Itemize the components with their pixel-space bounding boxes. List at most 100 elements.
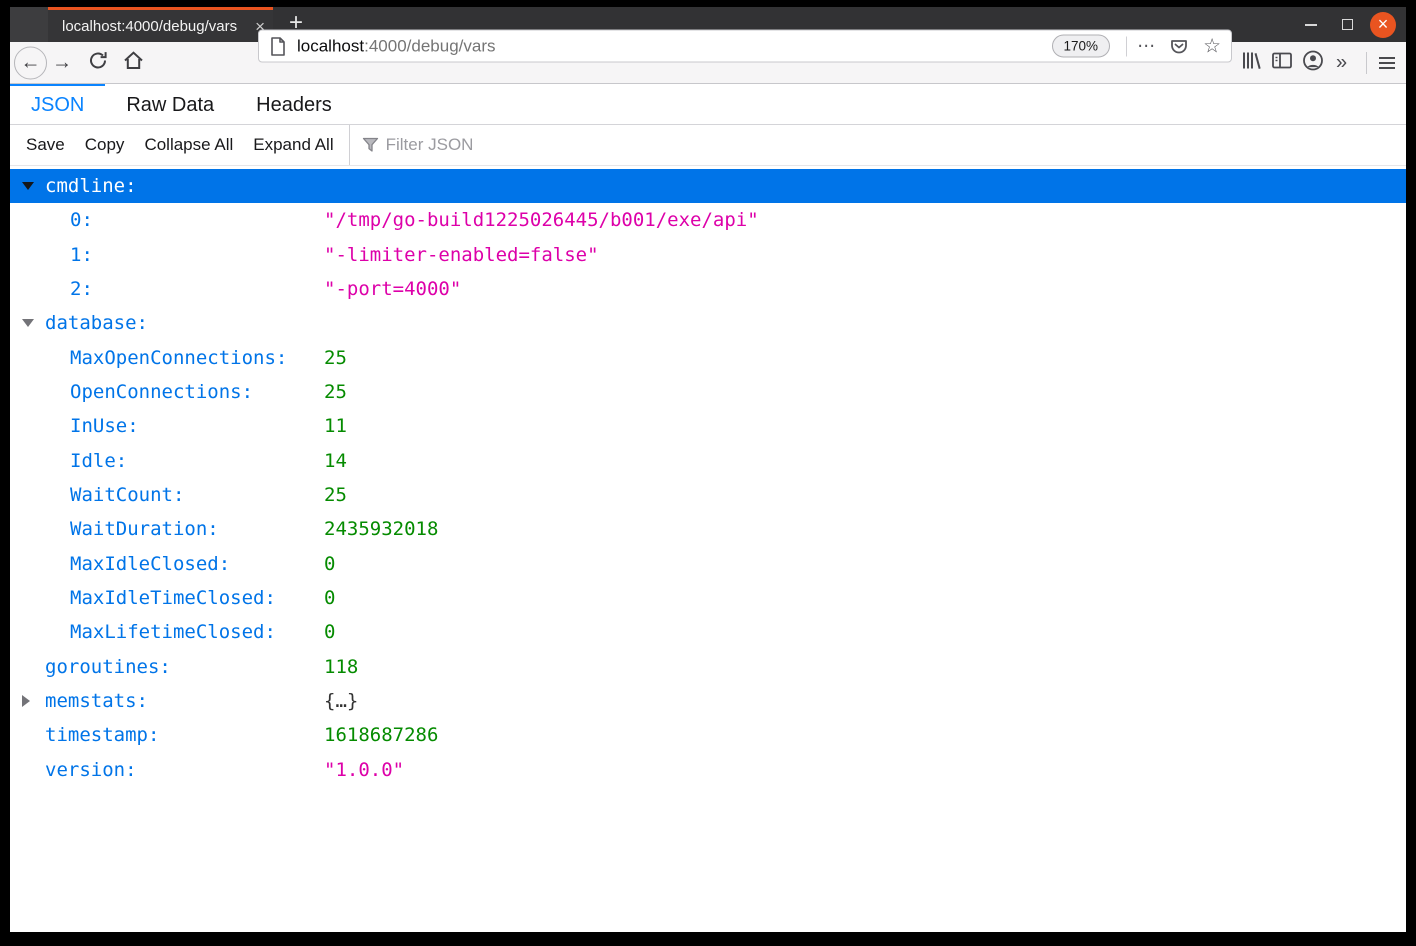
page-icon — [271, 36, 285, 56]
json-row[interactable]: database: — [10, 306, 1406, 340]
json-key: MaxIdleTimeClosed: — [70, 587, 276, 610]
pocket-button[interactable] — [1169, 36, 1189, 56]
tab-json[interactable]: JSON — [10, 84, 106, 124]
json-row[interactable]: WaitDuration: 2435932018 — [10, 512, 1406, 546]
url-text: localhost:4000/debug/vars — [297, 36, 1052, 56]
browser-tab[interactable]: localhost:4000/debug/vars × — [48, 7, 273, 42]
json-row[interactable]: WaitCount: 25 — [10, 478, 1406, 512]
json-key: memstats: — [45, 690, 148, 713]
json-value: 2435932018 — [324, 518, 439, 541]
json-key: WaitDuration: — [70, 518, 219, 541]
window-controls: × — [1298, 7, 1396, 42]
url-bar[interactable]: localhost:4000/debug/vars 170% ⋯ ☆ — [258, 29, 1232, 63]
json-row[interactable]: timestamp: 1618687286 — [10, 718, 1406, 752]
json-row[interactable]: 1: "-limiter-enabled=false" — [10, 238, 1406, 272]
json-row[interactable]: memstats: {…} — [10, 684, 1406, 718]
json-key: 1: — [70, 243, 93, 266]
json-row[interactable]: goroutines: 118 — [10, 650, 1406, 684]
json-key: database: — [45, 312, 148, 335]
sidebar-button[interactable] — [1272, 51, 1292, 74]
json-row[interactable]: cmdline: — [10, 169, 1406, 204]
tabbar-spacer — [10, 7, 48, 42]
browser-window: localhost:4000/debug/vars × + × ← → loca… — [10, 7, 1406, 932]
json-key: timestamp: — [45, 724, 160, 747]
json-tree: cmdline: 0: "/tmp/go-build1225026445/b001/… — [10, 166, 1406, 932]
json-value: 118 — [324, 655, 359, 678]
save-button[interactable]: Save — [26, 135, 65, 155]
sidebar-icon — [1272, 52, 1292, 68]
filter-box — [362, 135, 606, 155]
forward-icon: → — [52, 51, 72, 73]
page-actions-button[interactable]: ⋯ — [1137, 36, 1155, 57]
bookmark-button[interactable]: ☆ — [1203, 36, 1221, 56]
home-button[interactable] — [122, 49, 145, 76]
json-key: Idle: — [70, 449, 128, 472]
json-value: 25 — [324, 381, 347, 404]
json-row[interactable]: MaxLifetimeClosed: 0 — [10, 615, 1406, 649]
forward-button[interactable]: → — [52, 52, 72, 73]
json-row[interactable]: MaxOpenConnections: 25 — [10, 341, 1406, 375]
maximize-button[interactable] — [1334, 12, 1360, 38]
toolbar-separator — [1366, 51, 1367, 74]
close-icon: × — [1377, 13, 1389, 34]
json-key: version: — [45, 758, 137, 781]
reload-icon — [90, 51, 107, 68]
expand-arrow-icon[interactable] — [22, 695, 30, 708]
json-value: 0 — [324, 621, 336, 644]
json-value: 14 — [324, 449, 347, 472]
json-value: 0 — [324, 587, 336, 610]
json-row[interactable]: 0: "/tmp/go-build1225026445/b001/exe/api" — [10, 203, 1406, 237]
json-value: "-limiter-enabled=false" — [324, 243, 599, 266]
json-key: cmdline: — [45, 175, 137, 198]
json-row[interactable]: 2: "-port=4000" — [10, 272, 1406, 306]
pocket-icon — [1171, 39, 1187, 53]
library-icon — [1243, 52, 1261, 69]
copy-button[interactable]: Copy — [85, 135, 125, 155]
json-value: 25 — [324, 484, 347, 507]
star-icon: ☆ — [1203, 35, 1221, 57]
collapse-all-button[interactable]: Collapse All — [144, 135, 233, 155]
library-button[interactable] — [1240, 50, 1262, 75]
json-key: OpenConnections: — [70, 381, 254, 404]
close-window-button[interactable]: × — [1370, 11, 1396, 38]
home-icon — [124, 50, 143, 69]
tab-headers[interactable]: Headers — [235, 84, 353, 124]
json-key: 0: — [70, 209, 93, 232]
json-key: MaxLifetimeClosed: — [70, 621, 276, 644]
json-value: "/tmp/go-build1225026445/b001/exe/api" — [324, 209, 759, 232]
json-key: InUse: — [70, 415, 139, 438]
json-row[interactable]: Idle: 14 — [10, 444, 1406, 478]
json-value: "1.0.0" — [324, 758, 405, 781]
json-value: 1618687286 — [324, 724, 439, 747]
overflow-menu-button[interactable]: » — [1336, 51, 1347, 74]
json-row[interactable]: MaxIdleClosed: 0 — [10, 547, 1406, 581]
zoom-level-badge[interactable]: 170% — [1051, 34, 1111, 58]
json-value: {…} — [324, 690, 359, 713]
json-key: 2: — [70, 278, 93, 301]
collapse-arrow-icon[interactable] — [22, 319, 34, 328]
json-row[interactable]: MaxIdleTimeClosed: 0 — [10, 581, 1406, 615]
reload-button[interactable] — [87, 49, 109, 76]
minimize-icon — [1305, 23, 1317, 26]
json-row[interactable]: InUse: 11 — [10, 409, 1406, 443]
collapse-arrow-icon[interactable] — [22, 182, 34, 191]
account-button[interactable] — [1302, 49, 1324, 76]
json-value: 25 — [324, 346, 347, 369]
json-value: 11 — [324, 415, 347, 438]
expand-all-button[interactable]: Expand All — [253, 135, 333, 155]
more-actions-icon: ⋯ — [1137, 35, 1156, 56]
json-key: MaxOpenConnections: — [70, 346, 288, 369]
browser-tab-title: localhost:4000/debug/vars — [62, 17, 238, 35]
url-host: localhost — [297, 36, 365, 55]
json-row[interactable]: version: "1.0.0" — [10, 753, 1406, 787]
back-button[interactable]: ← — [14, 46, 47, 79]
tab-raw-data[interactable]: Raw Data — [105, 84, 235, 124]
account-icon — [1303, 50, 1323, 70]
app-menu-button[interactable] — [1379, 56, 1395, 69]
minimize-button[interactable] — [1298, 12, 1324, 38]
json-row[interactable]: OpenConnections: 25 — [10, 375, 1406, 409]
filter-json-input[interactable] — [385, 135, 606, 155]
toolbar-separator — [348, 125, 350, 165]
json-value: "-port=4000" — [324, 278, 462, 301]
json-viewer-tabbar: JSON Raw Data Headers — [10, 84, 1406, 125]
